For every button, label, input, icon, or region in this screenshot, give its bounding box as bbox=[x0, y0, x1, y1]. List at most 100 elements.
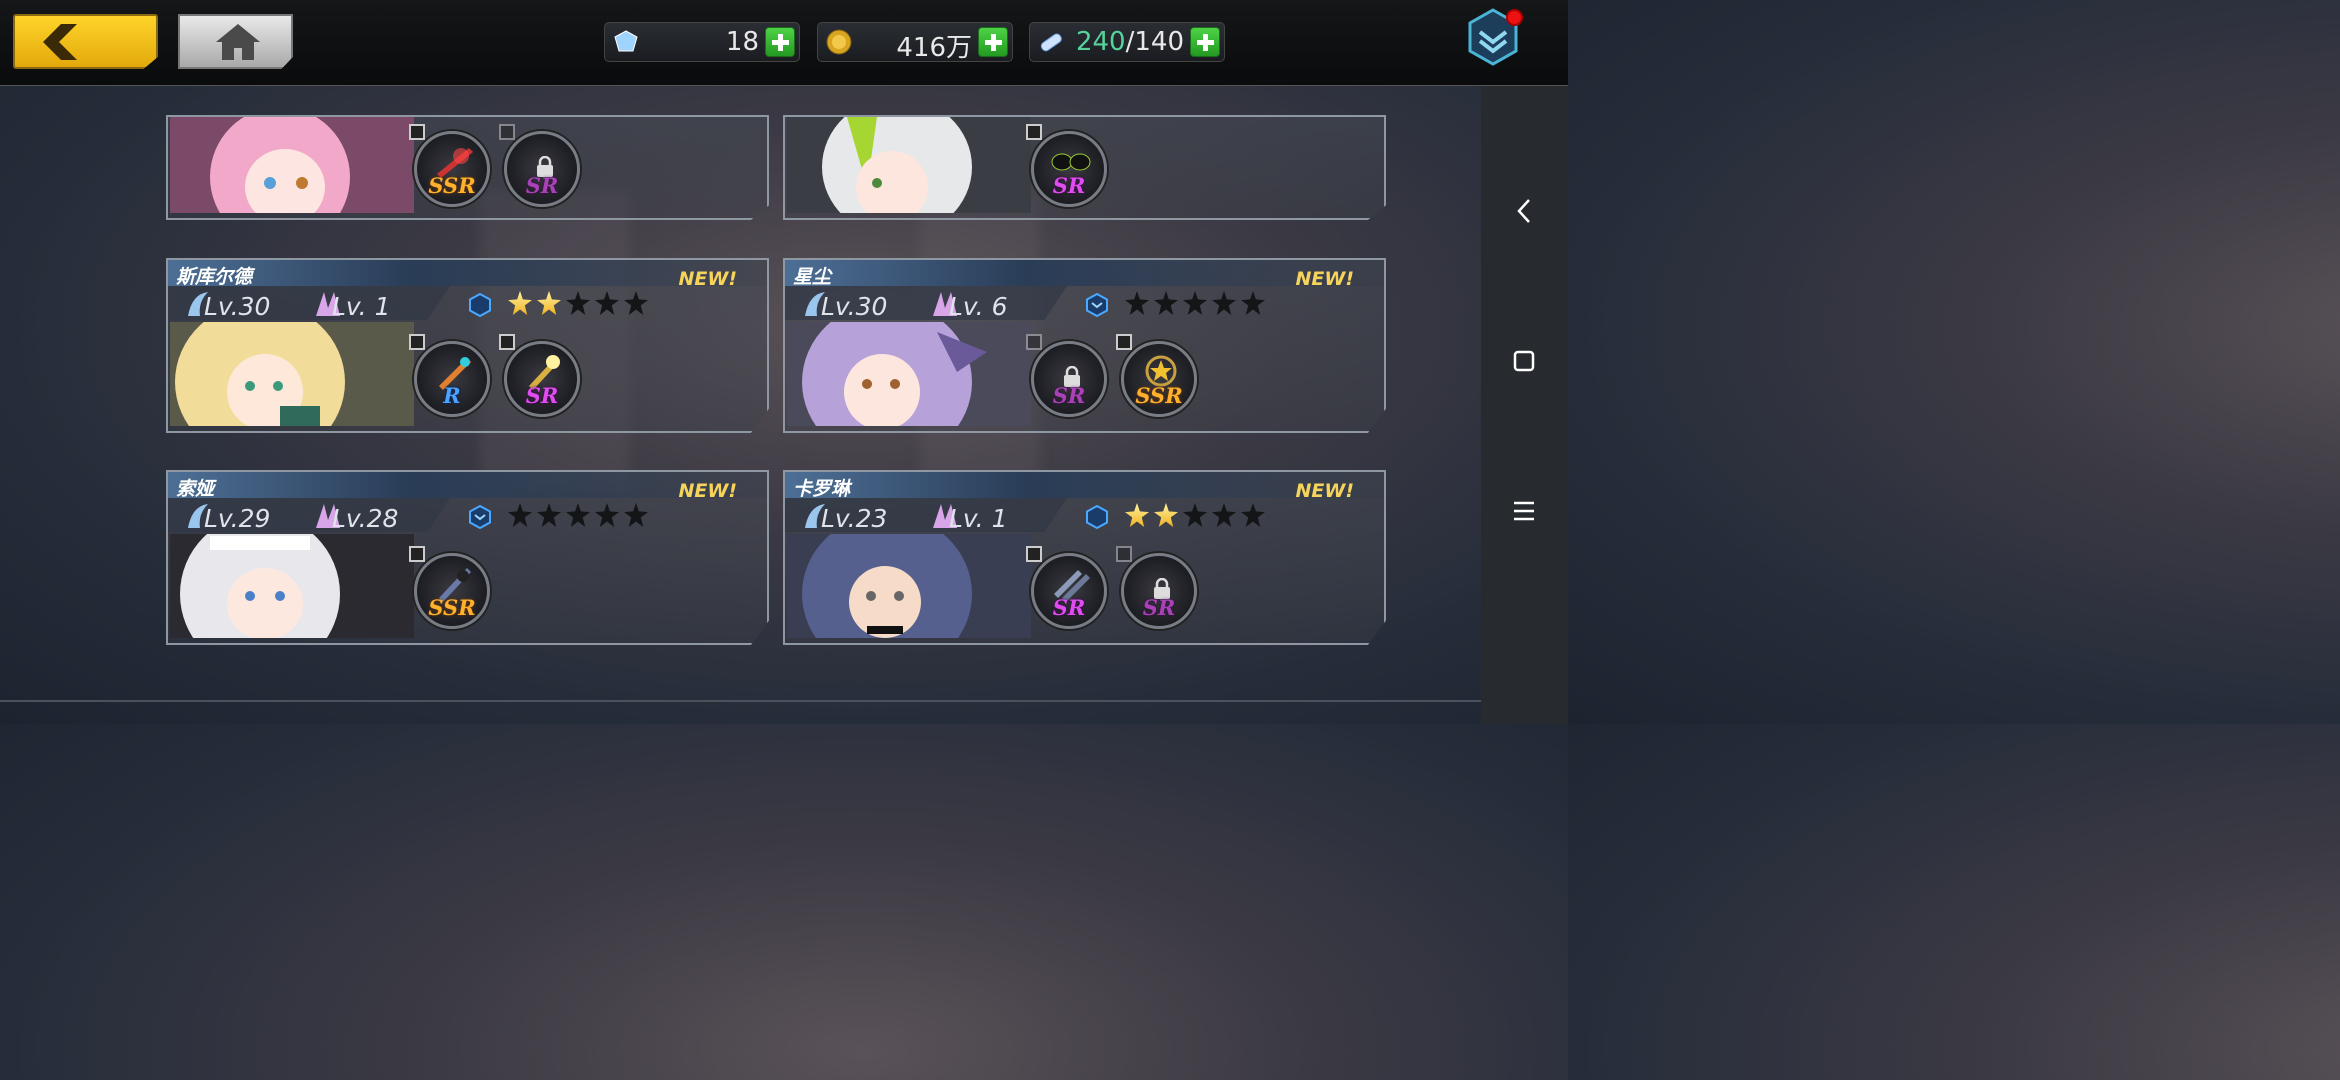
edit-icon[interactable] bbox=[409, 334, 425, 350]
character-portrait bbox=[170, 117, 414, 213]
star-rating bbox=[508, 291, 648, 315]
star-empty-icon bbox=[1241, 503, 1265, 527]
edit-icon[interactable] bbox=[1116, 334, 1132, 350]
class-hexagon-icon bbox=[469, 293, 491, 317]
character-name: 索娅 bbox=[176, 478, 215, 500]
nav-back-icon[interactable] bbox=[1499, 186, 1549, 236]
character-portrait bbox=[787, 117, 1031, 213]
rarity-label: SR bbox=[525, 173, 559, 198]
star-empty-icon bbox=[595, 291, 619, 315]
star-rating bbox=[1125, 291, 1265, 315]
rarity-label: SSR bbox=[428, 173, 476, 198]
skill-level: Lv.28 bbox=[332, 504, 398, 533]
character-portrait bbox=[170, 534, 414, 638]
back-arrow-icon bbox=[43, 24, 77, 60]
character-portrait bbox=[787, 534, 1031, 638]
notification-dot bbox=[1506, 9, 1523, 26]
new-tag: NEW! bbox=[678, 480, 737, 502]
new-tag: NEW! bbox=[678, 268, 737, 290]
character-card[interactable]: 斯库尔德 NEW! Lv.30 Lv. 1 R SR bbox=[166, 258, 769, 433]
character-level: Lv.30 bbox=[821, 292, 887, 321]
level-value: 30 bbox=[238, 292, 271, 321]
edit-icon[interactable] bbox=[409, 124, 425, 140]
star-empty-icon bbox=[1154, 291, 1178, 315]
star-empty-icon bbox=[566, 291, 590, 315]
rarity-label: SSR bbox=[1135, 383, 1183, 408]
edit-icon bbox=[1026, 334, 1042, 350]
star-empty-icon bbox=[1212, 291, 1236, 315]
class-hexagon-icon bbox=[1086, 293, 1108, 317]
name-bar: 星尘 bbox=[785, 260, 1384, 288]
level-value: 30 bbox=[855, 292, 888, 321]
level-prefix: Lv. bbox=[332, 292, 367, 321]
skill-level-value: 1 bbox=[991, 504, 1008, 533]
edit-icon[interactable] bbox=[499, 334, 515, 350]
level-prefix: Lv. bbox=[821, 292, 856, 321]
character-card[interactable]: SR bbox=[783, 45, 1386, 220]
edit-icon[interactable] bbox=[1026, 124, 1042, 140]
rarity-label: SR bbox=[1052, 173, 1086, 198]
weapon-slot[interactable]: SSR bbox=[409, 124, 490, 207]
skill-level-value: 1 bbox=[374, 292, 391, 321]
level-prefix: Lv. bbox=[949, 292, 984, 321]
character-portrait bbox=[787, 322, 1031, 426]
weapon-slot[interactable]: R bbox=[409, 334, 490, 417]
character-card[interactable]: 索娅 NEW! Lv.29 Lv.28 SSR bbox=[166, 470, 769, 645]
star-empty-icon bbox=[508, 503, 532, 527]
character-card[interactable]: 星尘 NEW! Lv.30 Lv. 6 SR SSR bbox=[783, 258, 1386, 433]
skill-level-value: 28 bbox=[366, 504, 399, 533]
character-level: Lv.29 bbox=[204, 504, 270, 533]
character-card[interactable]: 卡罗琳 NEW! Lv.23 Lv. 1 SR SR bbox=[783, 470, 1386, 645]
weapon-slot[interactable]: SSR bbox=[409, 546, 490, 629]
character-name: 卡罗琳 bbox=[793, 478, 851, 500]
rarity-label: SR bbox=[1142, 595, 1176, 620]
edit-icon[interactable] bbox=[409, 546, 425, 562]
nav-menu-icon[interactable] bbox=[1499, 486, 1549, 536]
weapon-slot[interactable]: SR bbox=[499, 334, 580, 417]
star-filled-icon bbox=[1125, 503, 1149, 527]
weapon-slot[interactable]: SSR bbox=[1116, 334, 1197, 417]
star-empty-icon bbox=[537, 503, 561, 527]
star-rating bbox=[508, 503, 648, 527]
new-tag: NEW! bbox=[1295, 268, 1354, 290]
system-nav-bar bbox=[1481, 86, 1568, 724]
character-name: 星尘 bbox=[793, 266, 832, 288]
class-hexagon-icon bbox=[1086, 505, 1108, 529]
weapon-slot[interactable]: SR bbox=[1026, 546, 1107, 629]
character-card[interactable]: SSR SR bbox=[166, 45, 769, 220]
level-value: 29 bbox=[238, 504, 271, 533]
star-empty-icon bbox=[624, 503, 648, 527]
star-empty-icon bbox=[1183, 291, 1207, 315]
nav-home-square-icon[interactable] bbox=[1499, 336, 1549, 386]
star-filled-icon bbox=[508, 291, 532, 315]
skill-level: Lv. 6 bbox=[949, 292, 1008, 321]
edit-icon[interactable] bbox=[1026, 546, 1042, 562]
name-bar: 斯库尔德 bbox=[168, 260, 767, 288]
edit-icon bbox=[1116, 546, 1132, 562]
star-empty-icon bbox=[1212, 503, 1236, 527]
level-prefix: Lv. bbox=[949, 504, 984, 533]
name-bar: 索娅 bbox=[168, 472, 767, 500]
back-button[interactable] bbox=[13, 14, 158, 69]
character-level: Lv.23 bbox=[821, 504, 887, 533]
skill-level: Lv. 1 bbox=[332, 292, 391, 321]
edit-icon bbox=[499, 124, 515, 140]
level-value: 23 bbox=[855, 504, 888, 533]
level-prefix: Lv. bbox=[332, 504, 367, 533]
weapon-slot-locked[interactable]: SR bbox=[499, 124, 580, 207]
level-prefix: Lv. bbox=[204, 292, 239, 321]
level-prefix: Lv. bbox=[204, 504, 239, 533]
class-hexagon-icon bbox=[469, 505, 491, 529]
character-name: 斯库尔德 bbox=[176, 266, 253, 288]
star-filled-icon bbox=[1154, 503, 1178, 527]
skill-level: Lv. 1 bbox=[949, 504, 1008, 533]
character-portrait bbox=[170, 322, 414, 426]
weapon-slot[interactable]: SR bbox=[1026, 124, 1107, 207]
weapon-slot-locked[interactable]: SR bbox=[1116, 546, 1197, 629]
star-empty-icon bbox=[624, 291, 648, 315]
star-empty-icon bbox=[1183, 503, 1207, 527]
rarity-label: SR bbox=[525, 383, 559, 408]
character-level: Lv.30 bbox=[204, 292, 270, 321]
new-tag: NEW! bbox=[1295, 480, 1354, 502]
weapon-slot-locked[interactable]: SR bbox=[1026, 334, 1107, 417]
